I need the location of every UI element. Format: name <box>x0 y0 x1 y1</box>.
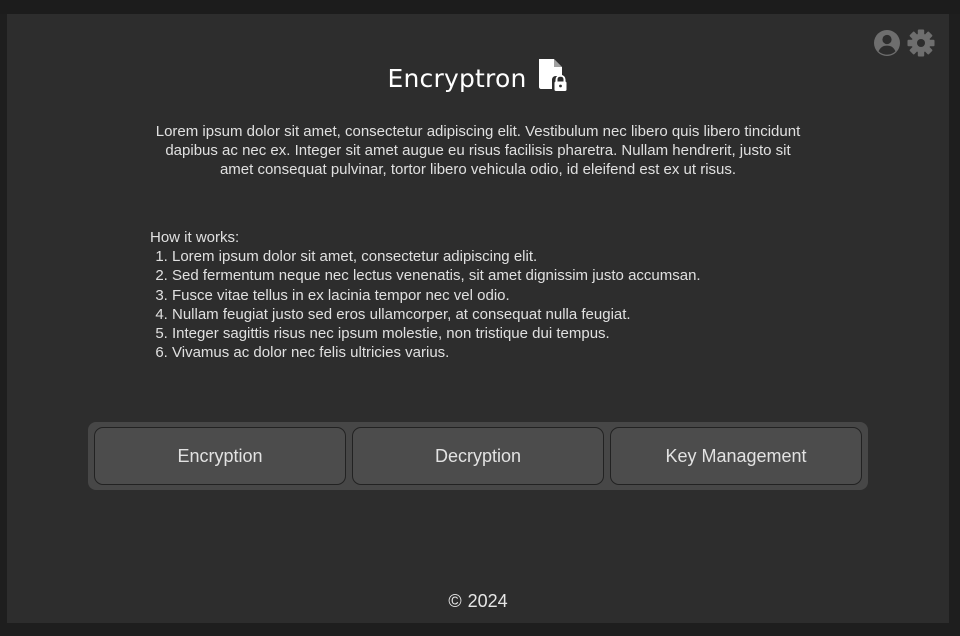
how-it-works-heading: How it works: <box>150 229 240 246</box>
user-circle-icon[interactable] <box>873 29 901 57</box>
steps-list: Lorem ipsum dolor sit amet, consectetur … <box>150 247 850 362</box>
list-item: Integer sagittis risus nec ipsum molesti… <box>172 324 850 343</box>
tab-key-management[interactable]: Key Management <box>610 427 862 485</box>
copyright-icon: © <box>448 591 462 611</box>
gear-icon[interactable] <box>907 29 935 57</box>
footer: © 2024 <box>7 591 949 612</box>
list-item: Nullam feugiat justo sed eros ullamcorpe… <box>172 305 850 324</box>
main-panel: Encryptron Lorem ipsum dolor sit amet, c… <box>7 14 949 623</box>
file-lock-icon <box>537 58 569 99</box>
copyright-year: 2024 <box>467 591 508 611</box>
app-header: Encryptron <box>7 58 949 99</box>
app-title: Encryptron <box>387 64 527 93</box>
list-item: Lorem ipsum dolor sit amet, consectetur … <box>172 247 850 266</box>
list-item: Sed fermentum neque nec lectus venenatis… <box>172 266 850 285</box>
intro-text: Lorem ipsum dolor sit amet, consectetur … <box>155 123 801 178</box>
tab-encryption[interactable]: Encryption <box>94 427 346 485</box>
how-it-works: How it works: Lorem ipsum dolor sit amet… <box>150 228 850 362</box>
list-item: Vivamus ac dolor nec felis ultricies var… <box>172 343 850 362</box>
tab-bar: Encryption Decryption Key Management <box>88 422 868 490</box>
window-top-strip <box>0 0 960 14</box>
header-icons <box>873 29 935 57</box>
list-item: Fusce vitae tellus in ex lacinia tempor … <box>172 286 850 305</box>
tab-decryption[interactable]: Decryption <box>352 427 604 485</box>
